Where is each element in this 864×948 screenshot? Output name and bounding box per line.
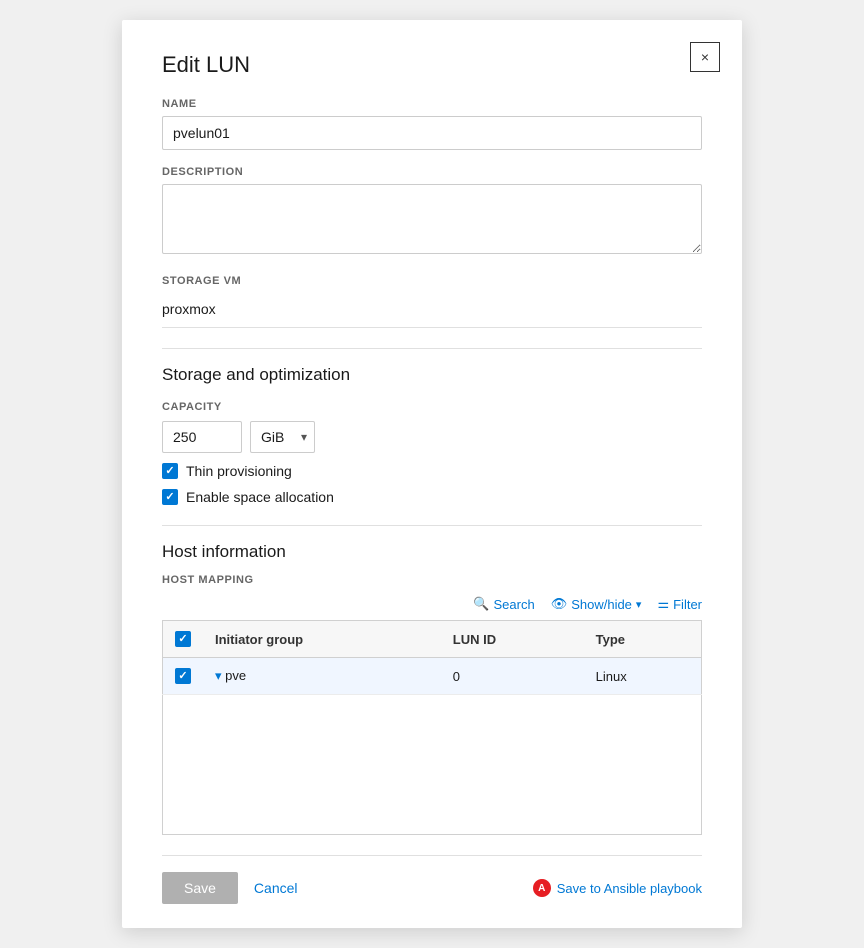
host-mapping-label: HOST MAPPING bbox=[162, 574, 702, 586]
ansible-label: Save to Ansible playbook bbox=[557, 881, 702, 896]
filter-label: Filter bbox=[673, 597, 702, 612]
enable-space-allocation-row: Enable space allocation bbox=[162, 489, 702, 505]
storage-vm-value: proxmox bbox=[162, 293, 702, 328]
lun-id-cell: 0 bbox=[441, 658, 584, 695]
section-divider-1 bbox=[162, 348, 702, 349]
save-button[interactable]: Save bbox=[162, 872, 238, 904]
footer-bar: Save Cancel A Save to Ansible playbook bbox=[162, 855, 702, 904]
type-cell: Linux bbox=[584, 658, 702, 695]
select-all-checkbox[interactable] bbox=[175, 631, 191, 647]
description-label: DESCRIPTION bbox=[162, 166, 702, 178]
unit-select[interactable]: MiB GiB TiB bbox=[250, 421, 315, 453]
row-checkbox[interactable] bbox=[175, 668, 191, 684]
storage-vm-label: STORAGE VM bbox=[162, 275, 702, 287]
th-type: Type bbox=[584, 621, 702, 658]
capacity-input[interactable] bbox=[162, 421, 242, 453]
thin-provisioning-label[interactable]: Thin provisioning bbox=[186, 463, 292, 479]
unit-select-wrapper: MiB GiB TiB bbox=[250, 421, 315, 453]
thin-provisioning-row: Thin provisioning bbox=[162, 463, 702, 479]
search-icon: 🔍 bbox=[473, 596, 489, 612]
search-button[interactable]: 🔍 Search bbox=[473, 596, 534, 612]
modal-title: Edit LUN bbox=[162, 52, 702, 78]
host-mapping-table: Initiator group LUN ID Type ▾ pve 0 Linu… bbox=[162, 620, 702, 835]
host-section-title: Host information bbox=[162, 542, 702, 562]
edit-lun-modal: Edit LUN × NAME DESCRIPTION STORAGE VM p… bbox=[122, 20, 742, 928]
chevron-down-icon: ▾ bbox=[636, 598, 642, 611]
show-hide-label: Show/hide bbox=[571, 597, 632, 612]
filter-button[interactable]: ⚌ Filter bbox=[657, 596, 702, 612]
ansible-playbook-button[interactable]: A Save to Ansible playbook bbox=[533, 879, 702, 897]
type-value: Linux bbox=[596, 669, 627, 684]
capacity-label: CAPACITY bbox=[162, 401, 702, 413]
expand-icon[interactable]: ▾ bbox=[215, 668, 222, 683]
name-label: NAME bbox=[162, 98, 702, 110]
table-row: ▾ pve 0 Linux bbox=[163, 658, 702, 695]
th-initiator-group: Initiator group bbox=[203, 621, 441, 658]
table-empty-row bbox=[163, 695, 702, 835]
footer-left: Save Cancel bbox=[162, 872, 302, 904]
initiator-group-value: pve bbox=[225, 668, 246, 683]
thin-provisioning-checkbox[interactable] bbox=[162, 463, 178, 479]
capacity-row: MiB GiB TiB bbox=[162, 421, 702, 453]
enable-space-allocation-checkbox[interactable] bbox=[162, 489, 178, 505]
th-lun-id: LUN ID bbox=[441, 621, 584, 658]
row-checkbox-cell bbox=[163, 658, 204, 695]
show-hide-button[interactable]: 👁 Show/hide ▾ bbox=[551, 596, 642, 612]
th-checkbox bbox=[163, 621, 204, 658]
initiator-group-cell: ▾ pve bbox=[203, 658, 441, 695]
ansible-icon: A bbox=[533, 879, 551, 897]
close-button[interactable]: × bbox=[690, 42, 720, 72]
filter-icon: ⚌ bbox=[657, 596, 669, 612]
description-input[interactable] bbox=[162, 184, 702, 254]
lun-id-value: 0 bbox=[453, 669, 460, 684]
close-icon: × bbox=[701, 49, 709, 65]
storage-section-title: Storage and optimization bbox=[162, 365, 702, 385]
cancel-button[interactable]: Cancel bbox=[250, 872, 302, 904]
search-label: Search bbox=[493, 597, 534, 612]
table-toolbar: 🔍 Search 👁 Show/hide ▾ ⚌ Filter bbox=[162, 596, 702, 612]
enable-space-allocation-label[interactable]: Enable space allocation bbox=[186, 489, 334, 505]
name-input[interactable] bbox=[162, 116, 702, 150]
section-divider-2 bbox=[162, 525, 702, 526]
table-header-row: Initiator group LUN ID Type bbox=[163, 621, 702, 658]
eye-icon: 👁 bbox=[551, 596, 568, 612]
